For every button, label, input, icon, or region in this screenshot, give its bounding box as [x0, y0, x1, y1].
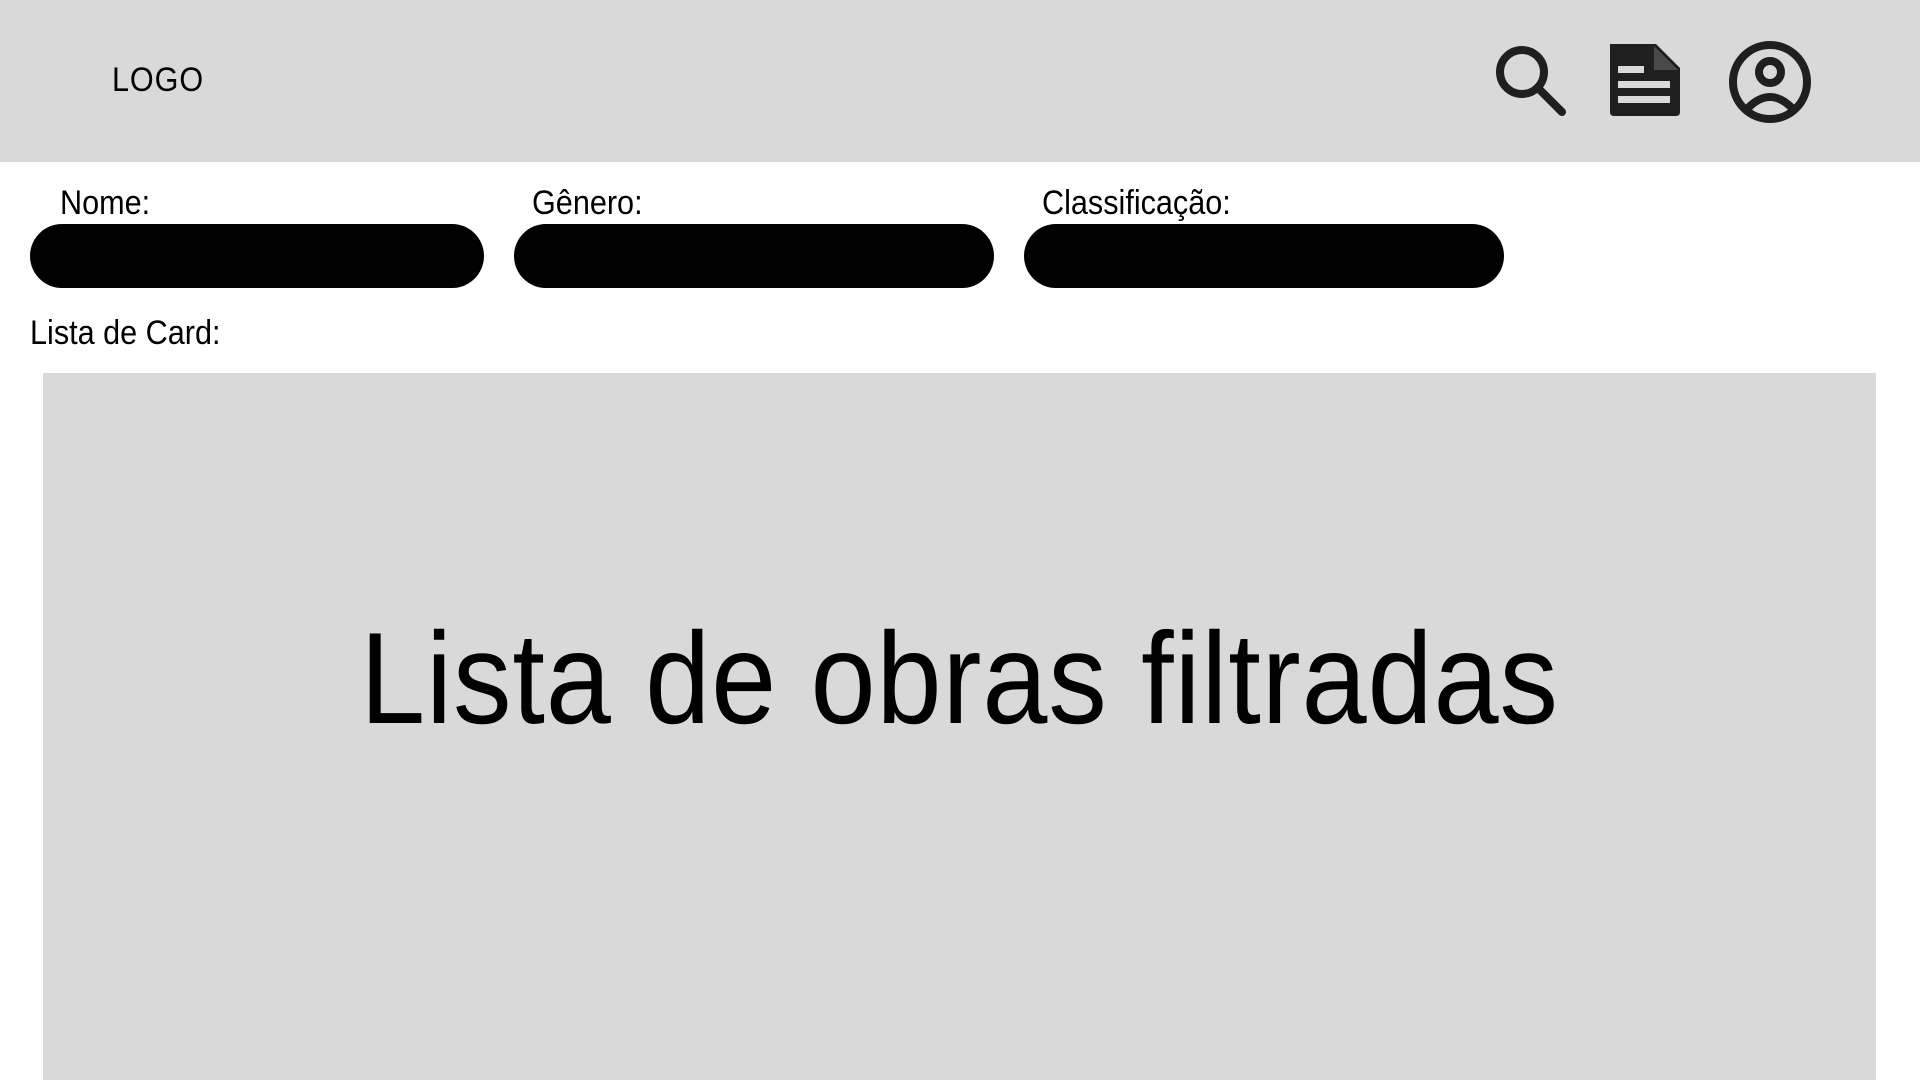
document-icon: [1610, 44, 1680, 116]
name-filter-input[interactable]: [30, 224, 484, 288]
user-account-button[interactable]: [1726, 38, 1814, 126]
name-filter-label: Nome:: [60, 184, 151, 222]
filtered-works-placeholder: Lista de obras filtradas: [360, 605, 1559, 751]
logo[interactable]: LOGO: [112, 58, 204, 102]
card-list-label: Lista de Card:: [30, 314, 221, 352]
search-icon: [1496, 46, 1566, 116]
user-account-icon: [1729, 41, 1811, 123]
genre-filter-label: Gênero:: [532, 184, 643, 222]
search-button[interactable]: [1490, 40, 1570, 120]
rating-filter-label: Classificação:: [1042, 184, 1231, 222]
rating-filter-input[interactable]: [1024, 224, 1504, 288]
document-button[interactable]: [1604, 40, 1684, 120]
filtered-works-panel: Lista de obras filtradas: [43, 373, 1876, 1080]
app-header: LOGO: [0, 0, 1920, 162]
genre-filter-input[interactable]: [514, 224, 994, 288]
